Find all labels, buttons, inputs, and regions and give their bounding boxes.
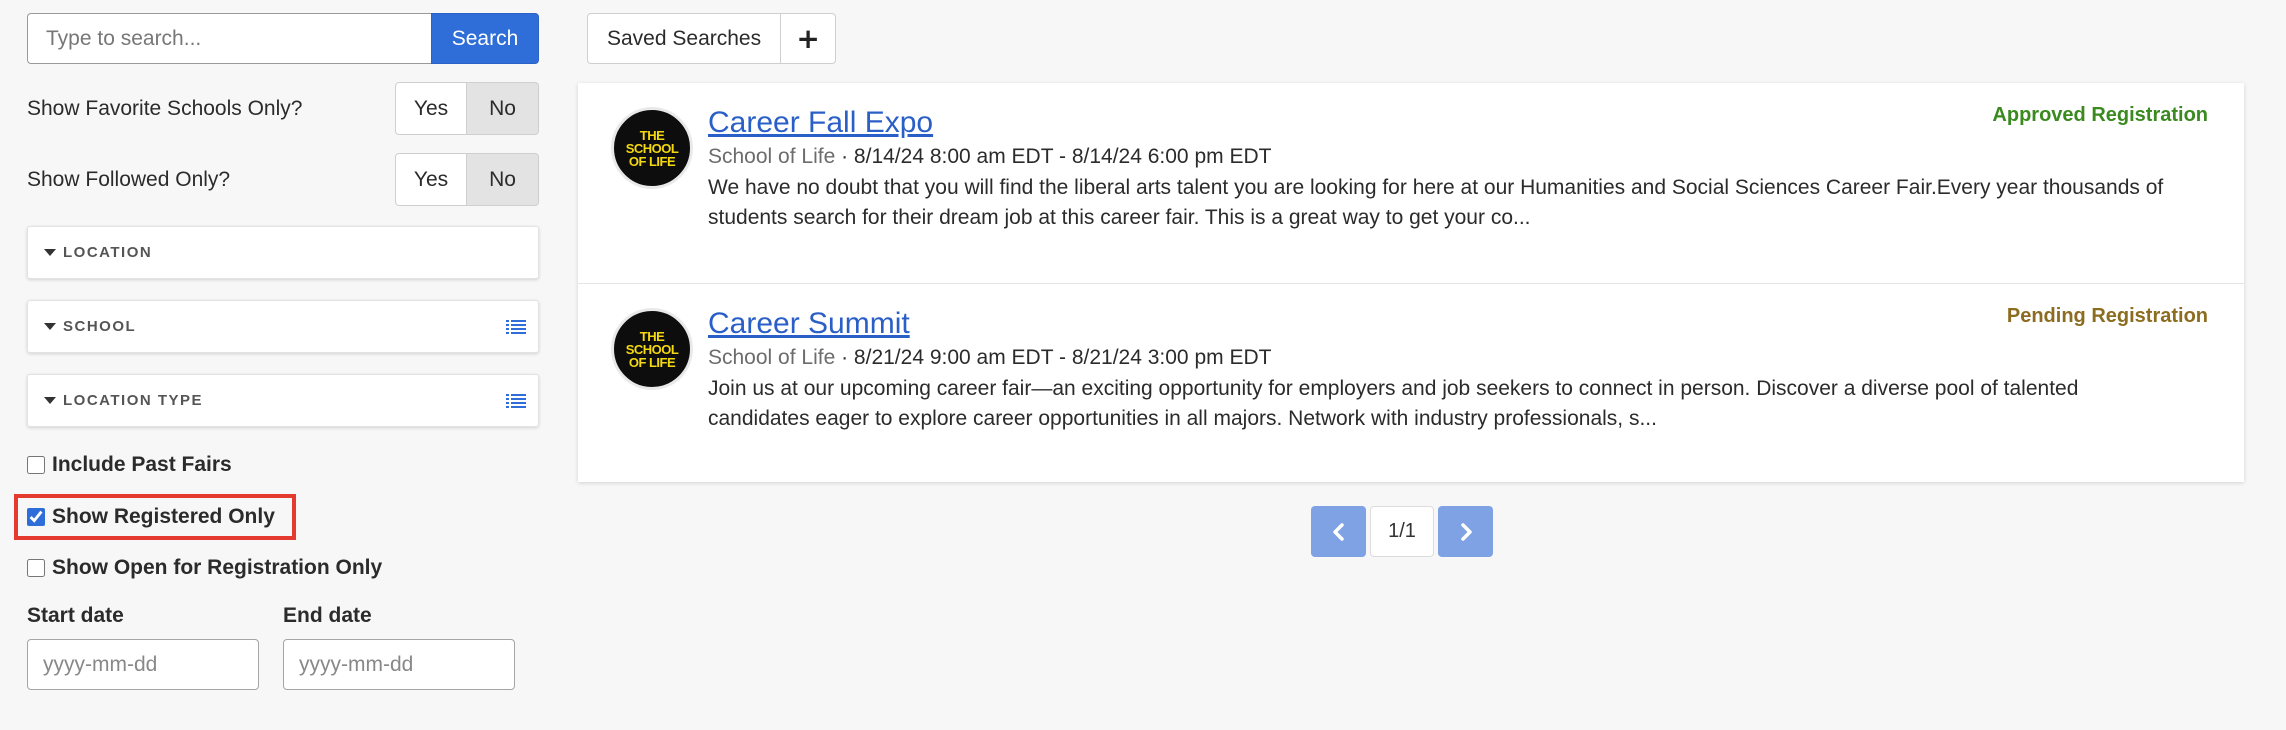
- show-registered-only-label: Show Registered Only: [52, 505, 275, 528]
- include-past-fairs-checkbox[interactable]: [27, 456, 45, 474]
- include-past-fairs-label: Include Past Fairs: [52, 453, 232, 476]
- school-filter-label: SCHOOL: [63, 318, 137, 335]
- fair-dates: · 8/14/24 8:00 am EDT - 8/14/24 6:00 pm …: [841, 145, 1272, 168]
- caret-down-icon: [44, 249, 56, 256]
- saved-searches-bar: Saved Searches +: [587, 13, 837, 64]
- location-filter-label: LOCATION: [63, 244, 153, 261]
- favorite-schools-toggle: Yes No: [395, 82, 539, 135]
- followed-toggle: Yes No: [395, 153, 539, 206]
- add-saved-search-button[interactable]: +: [781, 13, 837, 64]
- show-registered-only-checkbox[interactable]: [27, 508, 45, 526]
- career-fair-results: THE SCHOOL OF LIFE Career Fall Expo School…: [578, 83, 2244, 482]
- fair-details: Career Fall Expo School of Life · 8/14/2…: [708, 105, 2214, 233]
- school-logo: THE SCHOOL OF LIFE: [611, 308, 693, 390]
- fair-school: School of Life: [708, 145, 836, 168]
- next-page-button[interactable]: [1438, 506, 1493, 557]
- followed-yes-button[interactable]: Yes: [395, 153, 467, 206]
- favorite-schools-label: Show Favorite Schools Only?: [27, 96, 303, 120]
- favorite-schools-filter: Show Favorite Schools Only? Yes No: [27, 82, 539, 135]
- filter-sidebar: Search Show Favorite Schools Only? Yes N…: [14, 13, 539, 690]
- registration-status-badge: Pending Registration: [2006, 305, 2208, 327]
- list-icon[interactable]: [506, 393, 526, 409]
- fair-meta: School of Life · 8/21/24 9:00 am EDT - 8…: [708, 344, 2214, 372]
- show-registered-only-option: Show Registered Only: [14, 494, 539, 540]
- page-indicator: 1/1: [1370, 506, 1434, 557]
- list-icon[interactable]: [506, 319, 526, 335]
- plus-icon: +: [796, 22, 820, 55]
- fair-title-link[interactable]: Career Fall Expo: [708, 106, 933, 139]
- fair-card: THE SCHOOL OF LIFE Career Summit School of…: [578, 283, 2244, 482]
- school-logo: THE SCHOOL OF LIFE: [611, 107, 693, 189]
- chevron-right-icon: [1460, 522, 1472, 541]
- show-open-registration-option: Show Open for Registration Only: [27, 552, 539, 584]
- start-date-input[interactable]: [27, 639, 259, 690]
- fair-school: School of Life: [708, 346, 836, 369]
- caret-down-icon: [44, 397, 56, 404]
- fair-description: We have no doubt that you will find the …: [708, 176, 2164, 229]
- end-date-group: End date: [283, 604, 539, 690]
- chevron-left-icon: [1332, 522, 1344, 541]
- end-date-label: End date: [283, 604, 372, 627]
- search-bar: Search: [27, 13, 539, 64]
- show-open-registration-label: Show Open for Registration Only: [52, 556, 383, 579]
- location-filter-panel[interactable]: LOCATION: [27, 226, 539, 279]
- previous-page-button[interactable]: [1311, 506, 1366, 557]
- favorite-schools-no-button[interactable]: No: [467, 82, 539, 135]
- location-type-filter-panel[interactable]: LOCATION TYPE: [27, 374, 539, 427]
- show-open-registration-checkbox[interactable]: [27, 559, 45, 577]
- start-date-label: Start date: [27, 604, 124, 627]
- end-date-input[interactable]: [283, 639, 515, 690]
- followed-no-button[interactable]: No: [467, 153, 539, 206]
- fair-dates: · 8/21/24 9:00 am EDT - 8/21/24 3:00 pm …: [841, 346, 1272, 369]
- saved-searches-button[interactable]: Saved Searches: [587, 13, 782, 64]
- pagination: 1/1: [1311, 506, 1493, 557]
- followed-label: Show Followed Only?: [27, 167, 231, 191]
- fair-card: THE SCHOOL OF LIFE Career Fall Expo School…: [578, 83, 2244, 283]
- caret-down-icon: [44, 323, 56, 330]
- start-date-group: Start date: [27, 604, 283, 690]
- fair-description: Join us at our upcoming career fair—an e…: [708, 377, 2079, 430]
- search-button[interactable]: Search: [431, 13, 539, 64]
- fair-details: Career Summit School of Life · 8/21/24 9…: [708, 306, 2214, 434]
- fair-title-link[interactable]: Career Summit: [708, 307, 910, 340]
- school-filter-panel[interactable]: SCHOOL: [27, 300, 539, 353]
- followed-filter: Show Followed Only? Yes No: [27, 153, 539, 206]
- location-type-filter-label: LOCATION TYPE: [63, 392, 204, 409]
- search-input[interactable]: [27, 13, 431, 64]
- registration-status-badge: Approved Registration: [1992, 104, 2208, 126]
- fair-meta: School of Life · 8/14/24 8:00 am EDT - 8…: [708, 143, 2214, 171]
- include-past-fairs-option: Include Past Fairs: [27, 449, 539, 481]
- favorite-schools-yes-button[interactable]: Yes: [395, 82, 467, 135]
- date-range: Start date End date: [27, 604, 539, 690]
